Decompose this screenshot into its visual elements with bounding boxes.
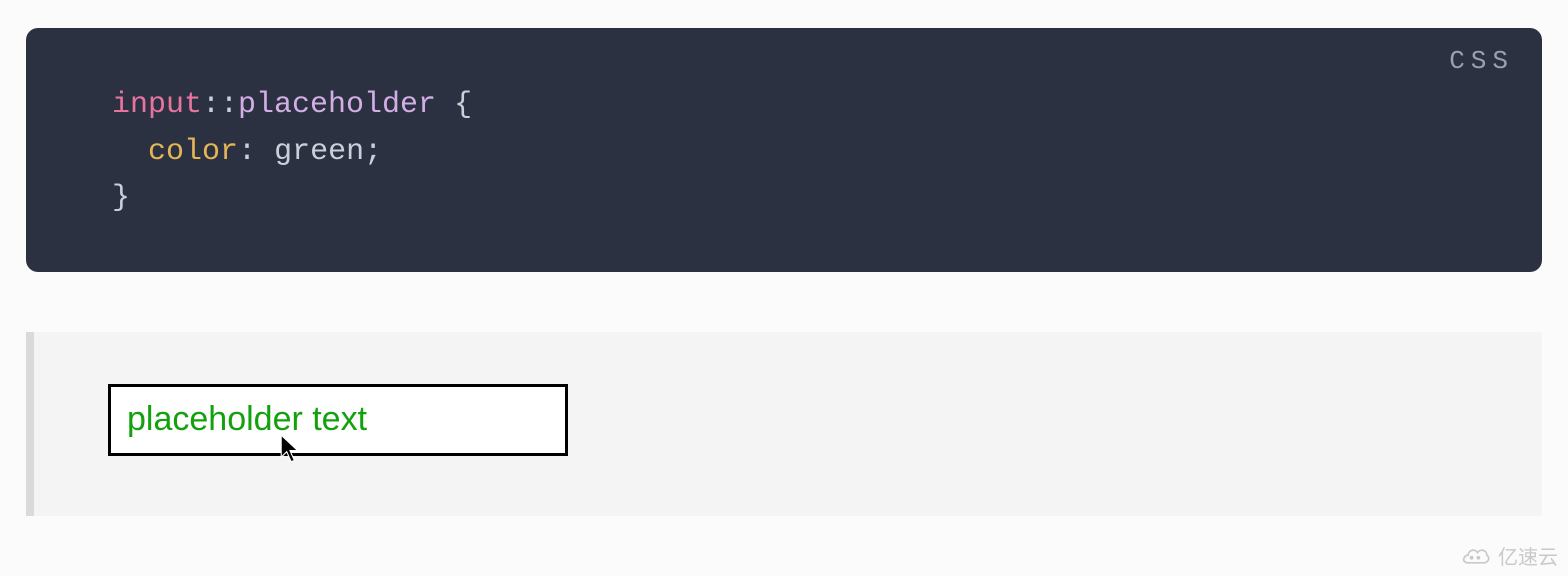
token-semicolon: ; (364, 135, 382, 169)
code-block: CSS input::placeholder { color: green; } (26, 28, 1542, 272)
watermark: 亿速云 (1458, 541, 1558, 570)
token-property: color (148, 135, 238, 169)
code-content: input::placeholder { color: green; } (26, 82, 1542, 222)
token-selector-op: :: (202, 88, 238, 122)
token-brace-close: } (112, 181, 130, 215)
demo-placeholder-text: placeholder text (127, 400, 367, 439)
language-label: CSS (1449, 46, 1514, 76)
watermark-text: 亿速云 (1498, 541, 1558, 570)
token-selector-tag: input (112, 88, 202, 122)
token-value: green (274, 135, 364, 169)
token-colon: : (238, 135, 256, 169)
token-selector-pseudo: placeholder (238, 88, 436, 122)
demo-input-field[interactable]: placeholder text (108, 384, 568, 456)
token-brace-open: { (454, 88, 472, 122)
demo-block: placeholder text (26, 332, 1542, 516)
